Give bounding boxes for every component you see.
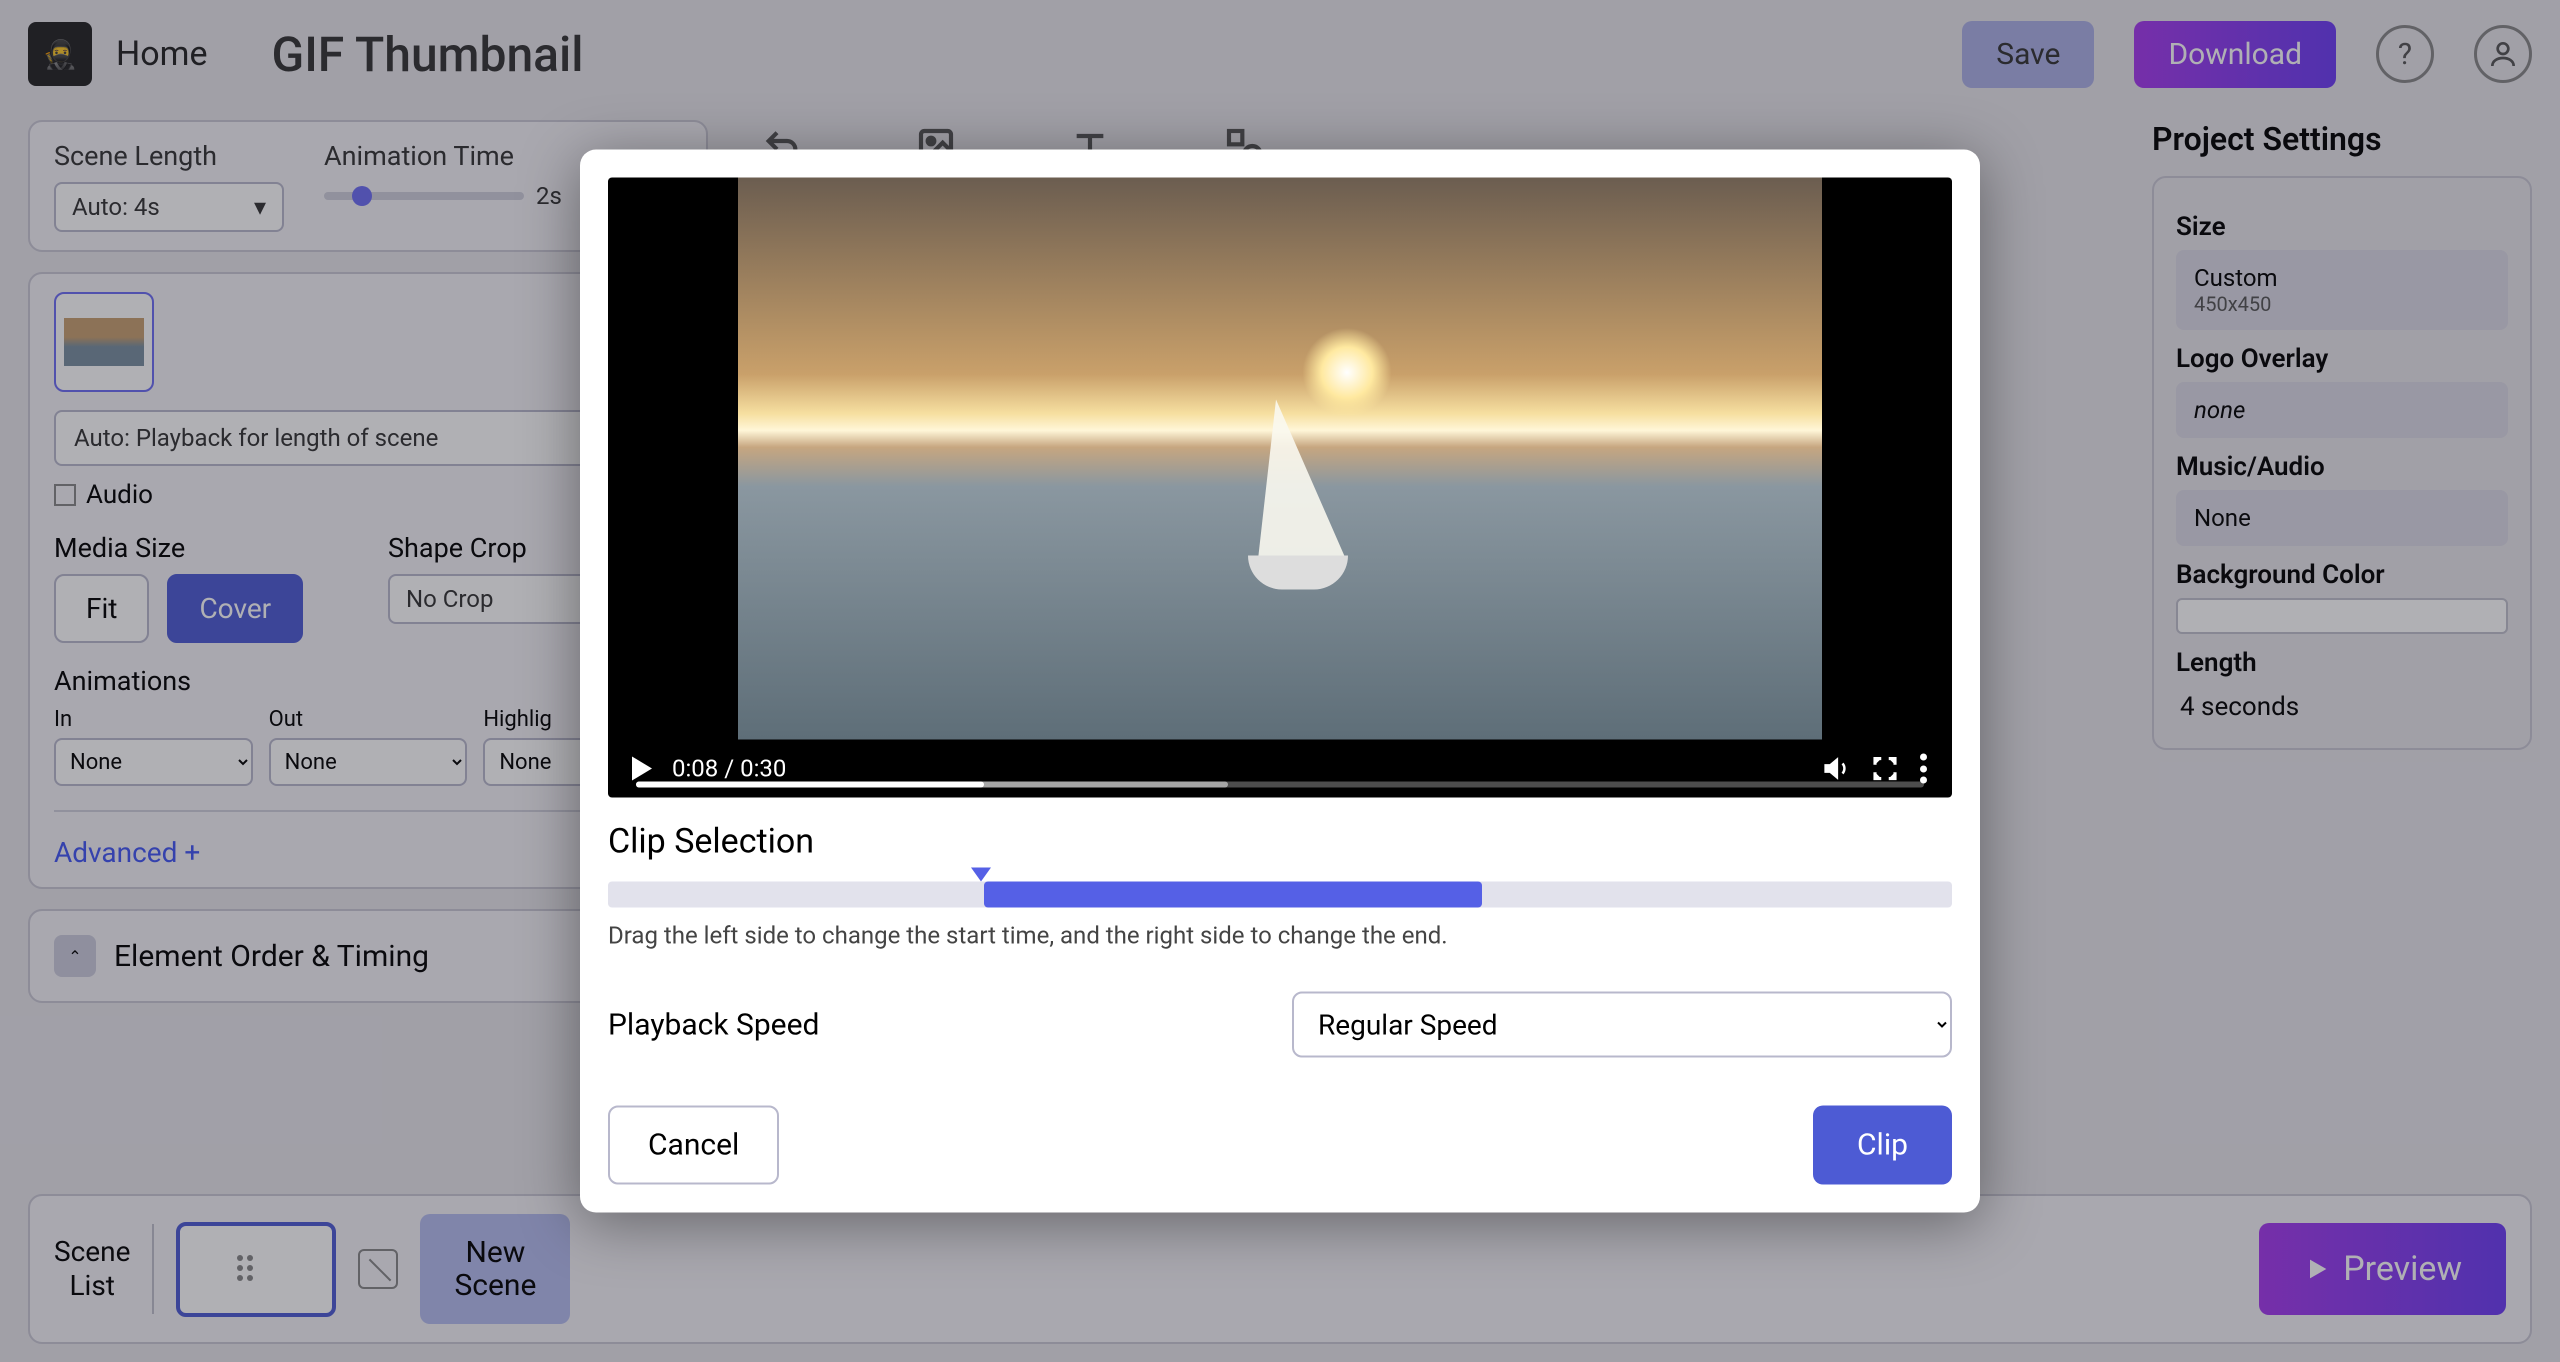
video-controls: 0:08 / 0:30 — [608, 740, 1952, 798]
fullscreen-icon[interactable] — [1870, 754, 1900, 784]
playback-speed-select[interactable]: Regular Speed — [1292, 992, 1952, 1058]
clip-range-track[interactable] — [608, 882, 1952, 908]
clip-playhead-marker[interactable] — [971, 868, 991, 882]
boat-graphic — [1218, 420, 1338, 620]
clip-selection-range[interactable] — [984, 882, 1481, 908]
video-time: 0:08 / 0:30 — [672, 755, 786, 783]
video-frame — [738, 178, 1822, 740]
play-icon[interactable] — [632, 757, 652, 781]
clip-button[interactable]: Clip — [1813, 1106, 1952, 1185]
video-player[interactable]: 0:08 / 0:30 — [608, 178, 1952, 798]
volume-icon[interactable] — [1820, 754, 1850, 784]
clip-hint-text: Drag the left side to change the start t… — [608, 922, 1952, 950]
more-icon[interactable] — [1920, 754, 1928, 784]
cancel-button[interactable]: Cancel — [608, 1106, 779, 1185]
clip-selection-heading: Clip Selection — [608, 822, 1952, 862]
clip-modal: 0:08 / 0:30 Clip Selection Drag the left… — [580, 150, 1980, 1213]
playback-speed-label: Playback Speed — [608, 1007, 819, 1042]
